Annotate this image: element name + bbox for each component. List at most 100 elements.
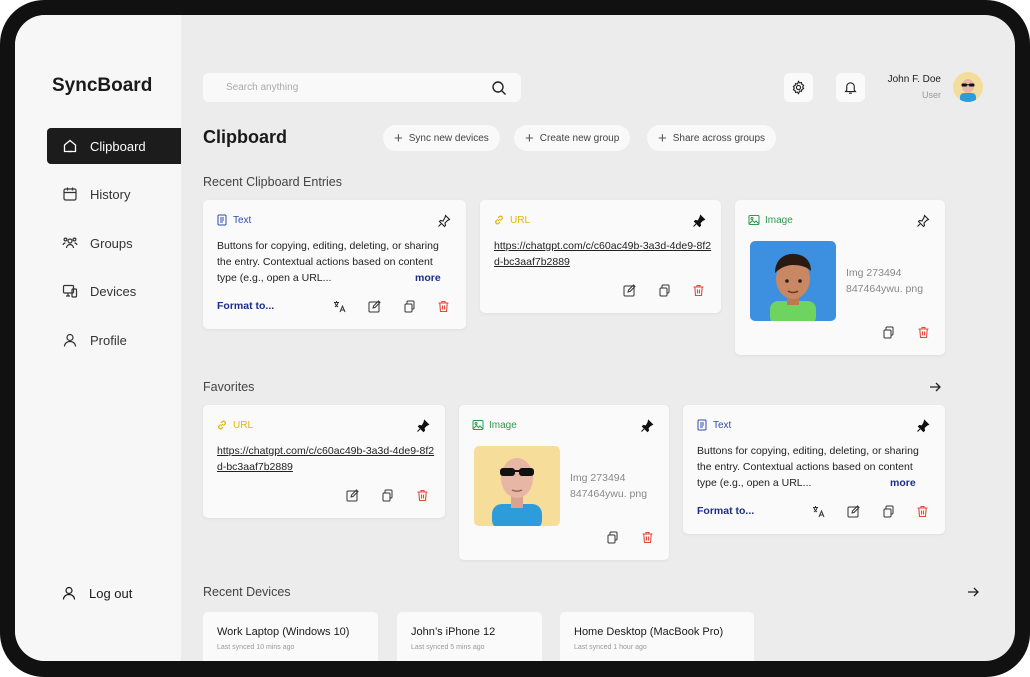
devices-icon [62, 284, 78, 298]
sidebar-item-groups[interactable]: Groups [47, 225, 181, 261]
app-screen: SyncBoard Clipboard History Groups Devic… [15, 15, 1015, 661]
copy-icon[interactable] [606, 531, 619, 544]
translate-icon[interactable] [333, 300, 346, 313]
plus-icon: + [394, 129, 403, 147]
groups-icon [62, 237, 78, 249]
create-group-button[interactable]: + Create new group [514, 125, 631, 151]
sidebar-item-devices[interactable]: Devices [47, 273, 181, 309]
entry-url[interactable]: https://chatgpt.com/c/c60ac49b-3a3d-4de9… [494, 238, 712, 270]
entry-type: Image [748, 214, 793, 226]
device-last-synced: Last synced 5 mins ago [411, 644, 485, 651]
search-icon[interactable] [491, 80, 507, 96]
device-card[interactable]: John’s iPhone 12 Last synced 5 mins ago [397, 612, 542, 661]
trash-icon[interactable] [641, 531, 654, 544]
pin-filled-icon[interactable] [692, 214, 706, 228]
device-card[interactable]: Work Laptop (Windows 10) Last synced 10 … [203, 612, 378, 661]
clipboard-card-image[interactable]: Image Img 273494 847464ywu. png [735, 200, 945, 355]
sync-devices-button[interactable]: + Sync new devices [383, 125, 500, 151]
settings-button[interactable] [784, 73, 813, 102]
plus-icon: + [658, 129, 667, 147]
notifications-button[interactable] [836, 73, 865, 102]
edit-icon[interactable] [346, 489, 359, 502]
trash-icon[interactable] [437, 300, 450, 313]
document-icon [217, 214, 227, 226]
entry-type: URL [216, 419, 253, 431]
more-link[interactable]: more [409, 270, 441, 286]
device-card[interactable]: Home Desktop (MacBook Pro) Last synced 1… [560, 612, 754, 661]
pin-outline-icon[interactable] [437, 214, 451, 228]
image-icon [472, 420, 484, 430]
pin-outline-icon[interactable] [916, 214, 930, 228]
section-title-devices: Recent Devices [203, 585, 291, 599]
image-meta-file: 847464ywu. png [846, 283, 924, 295]
button-label: Create new group [539, 132, 620, 144]
sidebar-item-profile[interactable]: Profile [47, 322, 181, 358]
page-title: Clipboard [203, 127, 287, 147]
clipboard-card-url[interactable]: URL https://chatgpt.com/c/c60ac49b-3a3d-… [480, 200, 721, 313]
format-to-link[interactable]: Format to... [697, 505, 754, 517]
arrow-right-icon[interactable] [966, 585, 980, 599]
device-last-synced: Last synced 10 mins ago [217, 644, 295, 651]
avatar[interactable] [953, 72, 983, 102]
search-input[interactable] [226, 82, 491, 93]
image-meta-name: Img 273494 [570, 472, 626, 484]
image-icon [748, 215, 760, 225]
image-thumbnail[interactable] [750, 241, 836, 321]
edit-icon[interactable] [623, 284, 636, 297]
home-icon [63, 139, 77, 153]
pin-filled-icon[interactable] [416, 419, 430, 433]
image-meta-file: 847464ywu. png [570, 488, 648, 500]
avatar-image [960, 79, 976, 102]
format-to-link[interactable]: Format to... [217, 300, 274, 312]
logout-button[interactable]: Log out [61, 585, 132, 601]
copy-icon[interactable] [882, 326, 895, 339]
edit-icon[interactable] [368, 300, 381, 313]
trash-icon[interactable] [916, 505, 929, 518]
favorite-card-image[interactable]: Image Img 273494 847464ywu. png [459, 405, 669, 560]
entry-type-label: Image [489, 419, 517, 431]
user-name: John F. Doe [887, 74, 941, 85]
link-icon [495, 215, 503, 225]
edit-icon[interactable] [847, 505, 860, 518]
share-groups-button[interactable]: + Share across groups [647, 125, 777, 151]
section-title-favorites: Favorites [203, 380, 255, 394]
app-logo: SyncBoard [52, 75, 153, 96]
favorite-card-text[interactable]: Text Buttons for copying, editing, delet… [683, 405, 945, 534]
copy-icon[interactable] [403, 300, 416, 313]
entry-type: URL [493, 214, 530, 226]
section-title-recent: Recent Clipboard Entries [203, 175, 342, 189]
entry-type-label: URL [233, 419, 254, 431]
device-last-synced: Last synced 1 hour ago [574, 644, 647, 651]
sidebar-item-label: History [90, 186, 131, 202]
button-label: Share across groups [672, 132, 766, 144]
trash-icon[interactable] [692, 284, 705, 297]
trash-icon[interactable] [917, 326, 930, 339]
entry-type-label: Text [713, 419, 732, 431]
copy-icon[interactable] [381, 489, 394, 502]
plus-icon: + [525, 129, 534, 147]
clipboard-card-text[interactable]: Text Buttons for copying, editing, delet… [203, 200, 466, 329]
device-frame: SyncBoard Clipboard History Groups Devic… [0, 0, 1030, 677]
pin-filled-icon[interactable] [640, 419, 654, 433]
entry-text-content: Buttons for copying, editing, deleting, … [217, 240, 439, 284]
copy-icon[interactable] [658, 284, 671, 297]
entry-type: Image [472, 419, 517, 431]
entry-type: Text [696, 419, 731, 431]
device-name: Work Laptop (Windows 10) [217, 626, 350, 638]
pin-filled-icon[interactable] [916, 419, 930, 433]
entry-type: Text [216, 214, 251, 226]
favorite-card-url[interactable]: URL https://chatgpt.com/c/c60ac49b-3a3d-… [203, 405, 445, 518]
copy-icon[interactable] [882, 505, 895, 518]
entry-url[interactable]: https://chatgpt.com/c/c60ac49b-3a3d-4de9… [217, 443, 435, 475]
user-icon [62, 586, 76, 600]
boy-avatar-image [770, 253, 816, 321]
trash-icon[interactable] [416, 489, 429, 502]
sidebar-item-history[interactable]: History [47, 176, 181, 212]
arrow-right-icon[interactable] [928, 380, 942, 394]
sidebar-item-clipboard[interactable]: Clipboard [47, 128, 181, 164]
more-link[interactable]: more [884, 475, 916, 491]
gear-icon [792, 80, 805, 95]
sidebar-item-label: Clipboard [90, 138, 146, 154]
image-thumbnail[interactable] [474, 446, 560, 526]
translate-icon[interactable] [812, 505, 825, 518]
